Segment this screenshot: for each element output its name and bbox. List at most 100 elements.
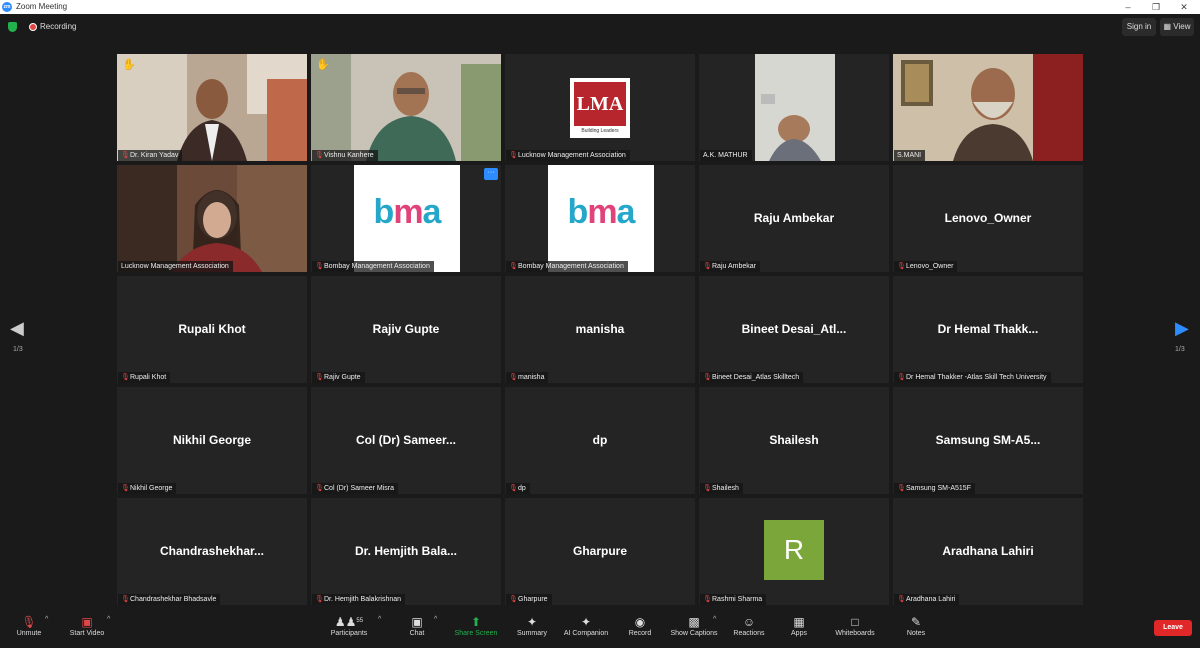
- start-video-button[interactable]: ▣ Start Video: [62, 614, 112, 637]
- participant-tile[interactable]: Dr. Hemjith Bala... 🎙Dr. Hemjith Balakri…: [311, 498, 501, 605]
- participant-nametag: 🎙Samsung SM-A515F: [894, 483, 975, 494]
- recording-icon: [29, 23, 37, 31]
- sign-in-button[interactable]: Sign in: [1122, 18, 1156, 36]
- muted-mic-icon: 🎙: [703, 374, 712, 381]
- participants-count: 55: [356, 618, 364, 624]
- participant-tile[interactable]: ✋ 🎙Dr. Kiran Yadav: [117, 54, 307, 161]
- minimize-icon[interactable]: –: [1114, 0, 1142, 14]
- page-indicator-right: 1/3: [1175, 346, 1185, 353]
- share-screen-button[interactable]: ⬆ Share Screen: [450, 614, 502, 637]
- participant-video: [893, 54, 1083, 161]
- participant-display-name: Dr Hemal Thakk...: [937, 322, 1039, 336]
- next-page-arrow-icon[interactable]: ▶: [1175, 318, 1189, 339]
- participant-tile[interactable]: Samsung SM-A5... 🎙Samsung SM-A515F: [893, 387, 1083, 494]
- chat-button[interactable]: ▣ Chat: [400, 614, 434, 637]
- close-icon[interactable]: ✕: [1170, 0, 1198, 14]
- participant-name: manisha: [518, 374, 545, 381]
- participant-tile[interactable]: Bineet Desai_Atl... 🎙Bineet Desai_Atlas …: [699, 276, 889, 383]
- participant-nametag: Lucknow Management Association: [118, 261, 233, 272]
- participant-tile-active-speaker[interactable]: S.MANI: [893, 54, 1083, 161]
- record-button[interactable]: ◉ Record: [624, 614, 656, 637]
- restore-icon[interactable]: ❐: [1142, 0, 1170, 14]
- participant-display-name: Dr. Hemjith Bala...: [354, 544, 458, 558]
- muted-mic-icon: 🎙: [315, 152, 324, 159]
- participant-name: Bombay Management Association: [324, 263, 430, 270]
- muted-mic-icon: 🎙: [121, 596, 130, 603]
- muted-mic-icon: 🎙: [121, 152, 130, 159]
- window-title: Zoom Meeting: [16, 2, 68, 11]
- participants-button[interactable]: ♟♟55 Participants: [326, 614, 372, 637]
- participant-tile[interactable]: Nikhil George 🎙Nikhil George: [117, 387, 307, 494]
- leave-button[interactable]: Leave: [1154, 620, 1192, 636]
- participant-tile[interactable]: Rupali Khot 🎙Rupali Khot: [117, 276, 307, 383]
- participant-nametag: A.K. MATHUR: [700, 150, 752, 161]
- unmute-button[interactable]: 🎙 Unmute: [10, 614, 48, 637]
- notes-button[interactable]: ✎ Notes: [900, 614, 932, 637]
- avatar: R: [764, 520, 824, 580]
- participant-tile[interactable]: bma 🎙Bombay Management Association: [505, 165, 695, 272]
- chat-chevron-icon[interactable]: ^: [434, 616, 437, 623]
- muted-mic-icon: 🎙: [897, 596, 906, 603]
- participant-tile[interactable]: R 🎙Rashmi Sharma: [699, 498, 889, 605]
- participant-display-name: dp: [592, 433, 608, 447]
- captions-chevron-icon[interactable]: ^: [713, 616, 716, 623]
- participant-name: dp: [518, 485, 526, 492]
- view-button[interactable]: ▦ View: [1160, 18, 1194, 36]
- summary-button[interactable]: ✦ Summary: [512, 614, 552, 637]
- reactions-button[interactable]: ☺ Reactions: [730, 614, 768, 637]
- video-options-chevron-icon[interactable]: ^: [107, 616, 110, 623]
- participant-tile[interactable]: bma ··· 🎙Bombay Management Association: [311, 165, 501, 272]
- participant-nametag: 🎙Dr. Kiran Yadav: [118, 150, 183, 161]
- lma-logo-tagline: Building Leaders: [581, 128, 619, 134]
- audio-options-chevron-icon[interactable]: ^: [45, 616, 48, 623]
- participant-tile[interactable]: A.K. MATHUR: [699, 54, 889, 161]
- raised-hand-icon: ✋: [316, 59, 330, 71]
- participant-tile[interactable]: dp 🎙dp: [505, 387, 695, 494]
- participant-tile[interactable]: ✋ 🎙Vishnu Kanhere: [311, 54, 501, 161]
- participants-chevron-icon[interactable]: ^: [378, 616, 381, 623]
- muted-mic-icon: 🎙: [897, 374, 906, 381]
- page-indicator-left: 1/3: [13, 346, 23, 353]
- participant-nametag: 🎙Aradhana Lahiri: [894, 594, 960, 605]
- participant-display-name: Bineet Desai_Atl...: [741, 322, 847, 336]
- meeting-toolbar: 🎙 Unmute ^ ▣ Start Video ^ ♟♟55 Particip…: [0, 610, 1200, 648]
- muted-mic-icon: 🎙: [509, 374, 518, 381]
- record-icon: ◉: [634, 615, 646, 629]
- participant-nametag: 🎙Raju Ambekar: [700, 261, 760, 272]
- participant-tile[interactable]: Lucknow Management Association: [117, 165, 307, 272]
- participant-name: Dr. Hemjith Balakrishnan: [324, 596, 402, 603]
- whiteboards-button[interactable]: □ Whiteboards: [830, 614, 880, 637]
- participant-tile[interactable]: manisha 🎙manisha: [505, 276, 695, 383]
- apps-button[interactable]: ▦ Apps: [784, 614, 814, 637]
- participant-nametag: S.MANI: [894, 150, 926, 161]
- participant-tile[interactable]: Dr Hemal Thakk... 🎙Dr Hemal Thakker -Atl…: [893, 276, 1083, 383]
- recording-label[interactable]: Recording: [40, 22, 76, 31]
- muted-mic-icon: 🎙: [21, 615, 37, 629]
- apps-label: Apps: [791, 630, 807, 637]
- more-options-icon[interactable]: ···: [484, 168, 498, 180]
- ai-companion-label: AI Companion: [563, 630, 609, 637]
- participant-tile[interactable]: Lenovo_Owner 🎙Lenovo_Owner: [893, 165, 1083, 272]
- participant-nametag: 🎙manisha: [506, 372, 549, 383]
- participant-tile[interactable]: Shailesh 🎙Shailesh: [699, 387, 889, 494]
- show-captions-label: Show Captions: [670, 630, 718, 637]
- participant-tile[interactable]: Gharpure 🎙Gharpure: [505, 498, 695, 605]
- participant-tile[interactable]: Rajiv Gupte 🎙Rajiv Gupte: [311, 276, 501, 383]
- participant-nametag: 🎙Bineet Desai_Atlas Skilltech: [700, 372, 804, 383]
- chat-label: Chat: [409, 630, 425, 637]
- participant-nametag: 🎙Bombay Management Association: [506, 261, 628, 272]
- participant-tile[interactable]: Raju Ambekar 🎙Raju Ambekar: [699, 165, 889, 272]
- participant-tile[interactable]: LMA Building Leaders 🎙Lucknow Management…: [505, 54, 695, 161]
- participant-tile[interactable]: Aradhana Lahiri 🎙Aradhana Lahiri: [893, 498, 1083, 605]
- security-shield-icon[interactable]: [8, 22, 17, 32]
- participant-display-name: Raju Ambekar: [753, 211, 835, 225]
- unmute-label: Unmute: [16, 630, 42, 637]
- participants-label: Participants: [330, 630, 368, 637]
- participant-display-name: Rajiv Gupte: [372, 322, 440, 336]
- participant-tile[interactable]: Col (Dr) Sameer... 🎙Col (Dr) Sameer Misr…: [311, 387, 501, 494]
- participant-tile[interactable]: Chandrashekhar... 🎙Chandrashekhar Bhadsa…: [117, 498, 307, 605]
- previous-page-arrow-icon[interactable]: ◀: [10, 318, 24, 339]
- meeting-topbar: Recording Sign in ▦ View: [0, 14, 1200, 40]
- participant-nametag: 🎙Col (Dr) Sameer Misra: [312, 483, 399, 494]
- ai-companion-button[interactable]: ✦ AI Companion: [558, 614, 614, 637]
